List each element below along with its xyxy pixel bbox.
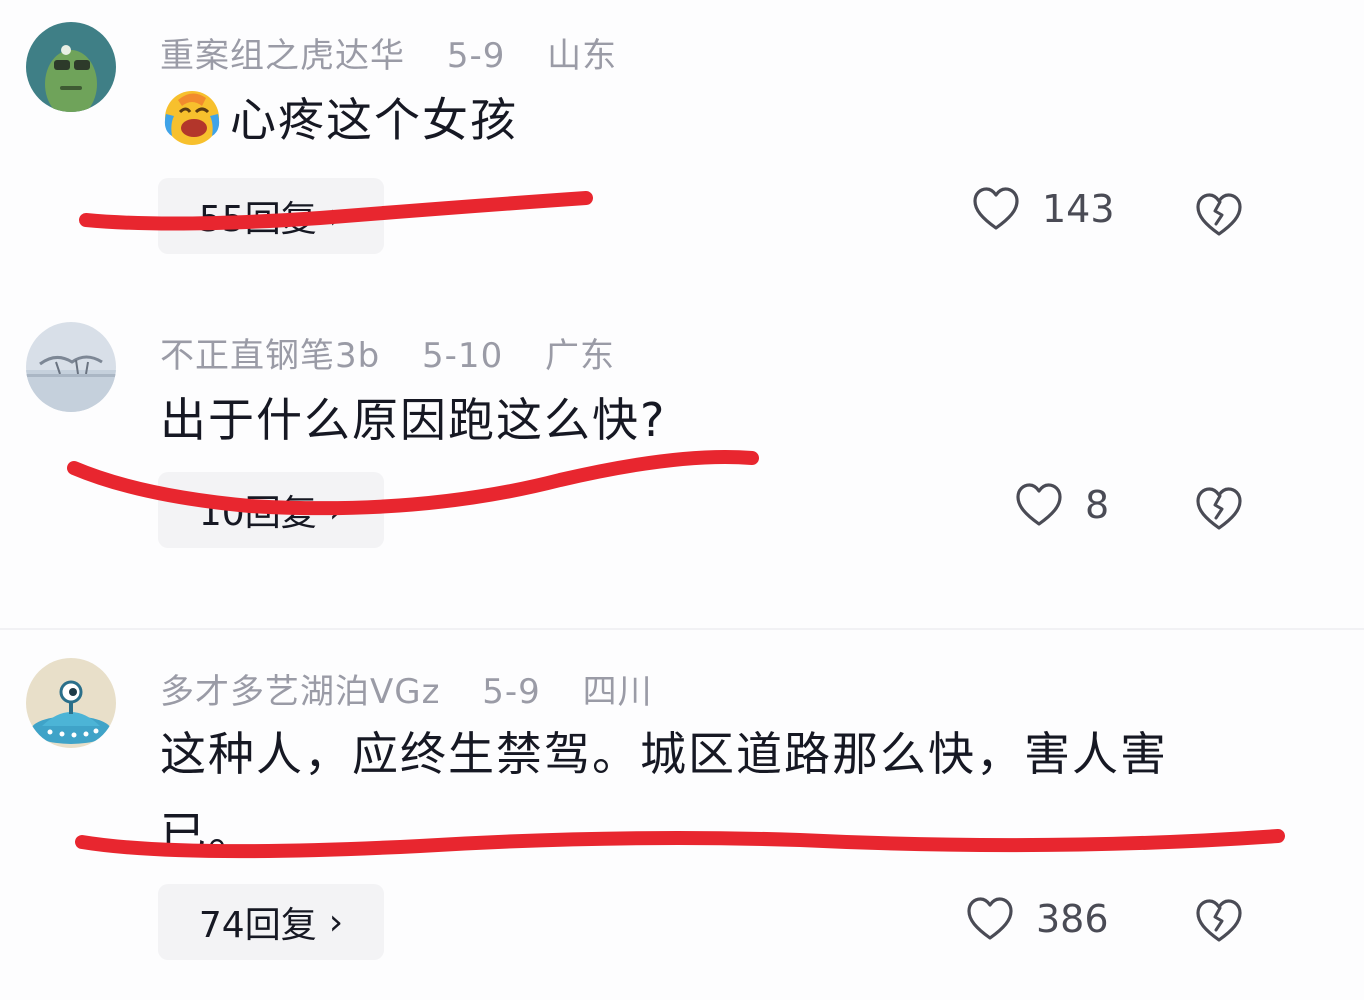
dislike-button[interactable] [1194,898,1244,948]
comment-location: 四川 [582,672,653,712]
comment-text-content: 出于什么原因跑这么快? [160,393,667,447]
comment-text-line: 已。 [160,807,256,861]
comment-text: 出于什么原因跑这么快? [160,380,666,460]
comment-item: 多才多艺湖泊VGz 5-9 四川 这种人，应终生禁驾。城区道路那么快，害人害 已… [0,630,1364,1000]
chevron-right-icon: › [328,901,344,943]
like-count: 386 [1036,897,1109,941]
reply-count-label: 10回复 [198,493,317,534]
broken-heart-icon [1196,899,1242,942]
dislike-button[interactable] [1194,192,1244,242]
reply-count-label: 74回复 [198,905,317,946]
avatar[interactable] [26,658,116,748]
view-replies-button[interactable]: 55回复 › [158,178,384,254]
comment-meta: 重案组之虎达华 5-9 山东 [160,28,647,77]
like-button[interactable]: 386 [966,896,1109,942]
comment-meta: 不正直钢笔3b 5-10 广东 [160,328,645,377]
username[interactable]: 多才多艺湖泊VGz [160,672,440,712]
broken-heart-icon [1196,193,1242,236]
view-replies-button[interactable]: 10回复 › [158,472,384,548]
comment-text: 这种人，应终生禁驾。城区道路那么快，害人害 已。 [160,714,1168,874]
comment-item: 不正直钢笔3b 5-10 广东 出于什么原因跑这么快? 10回复 › 8 [0,300,1364,630]
comment-text-line: 这种人，应终生禁驾。城区道路那么快，害人害 [160,727,1168,781]
avatar[interactable] [26,322,116,412]
heart-outline-icon [973,187,1019,230]
comment-meta: 多才多艺湖泊VGz 5-9 四川 [160,664,683,713]
face-with-tears-of-joy-emoji [164,91,220,145]
comment-text-content: 心疼这个女孩 [230,93,518,147]
comment-date: 5-9 [446,36,506,76]
dislike-button[interactable] [1194,486,1244,536]
comment-location: 山东 [547,36,618,76]
broken-heart-icon [1196,487,1242,530]
heart-outline-icon [1016,483,1062,526]
chevron-right-icon: › [328,195,344,237]
like-button[interactable]: 8 [1015,482,1109,528]
comment-item: 重案组之虎达华 5-9 山东 心疼这个女孩 55回复 › 143 [0,0,1364,300]
comment-date: 5-9 [482,672,541,712]
username[interactable]: 不正直钢笔3b [160,336,380,376]
avatar[interactable] [26,22,116,112]
like-count: 143 [1042,187,1115,231]
chevron-right-icon: › [328,489,344,531]
like-button[interactable]: 143 [972,186,1115,232]
comment-text: 心疼这个女孩 [160,80,518,160]
heart-outline-icon [967,897,1013,940]
view-replies-button[interactable]: 74回复 › [158,884,384,960]
comment-date: 5-10 [422,336,504,376]
comment-location: 广东 [545,336,616,376]
reply-count-label: 55回复 [198,199,317,240]
username[interactable]: 重案组之虎达华 [160,36,405,76]
like-count: 8 [1085,483,1110,527]
